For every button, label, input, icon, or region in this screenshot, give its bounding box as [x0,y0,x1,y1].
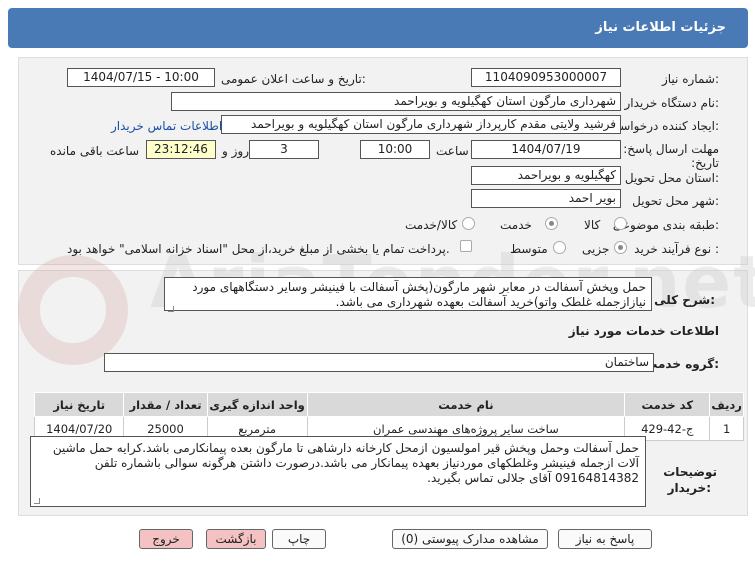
buyer-notes-label-2: خریدار: [667,481,711,495]
buyer-notes-field: حمل آسفالت وحمل وپخش قیر امولسیون ازمحل … [30,436,646,507]
category-option-goods: کالا [584,218,601,232]
creator-field: فرشید ولایتی مقدم کارپرداز شهرداری مارگو… [221,115,621,134]
announce-field: 1404/07/15 - 10:00 [67,68,215,87]
remaining-label: ساعت باقی مانده [50,144,140,158]
category-radio-both[interactable] [462,217,475,230]
category-radio-goods[interactable] [614,217,627,230]
need-number-field: 1104090953000007 [471,68,621,87]
days-label: روز و [222,144,249,158]
attachments-button[interactable]: مشاهده مدارک پیوستی (0) [392,529,548,549]
col-service-code: کد خدمت [624,392,711,417]
print-button[interactable]: چاپ [272,529,326,549]
province-field: کهگیلویه و بویراحمد [471,166,621,185]
general-desc-field: حمل وپخش آسفالت در معابر شهر مارگون(پخش … [164,277,652,311]
notes-resize-handle-icon[interactable] [34,498,40,504]
contact-info-link[interactable]: اطلاعات تماس خریدار [111,119,222,133]
category-option-both: کالا/خدمت [405,218,458,232]
category-label: طبقه بندی موضوعی: [612,218,719,232]
announce-label: تاریخ و ساعت اعلان عمومی: [221,72,366,86]
category-radio-service[interactable] [545,217,558,230]
col-row: ردیف [709,392,744,417]
reply-button[interactable]: پاسخ به نیاز [558,529,652,549]
buyer-field: شهرداری مارگون استان کهگیلویه و بویراحمد [171,92,621,111]
creator-label: ایجاد کننده درخواست: [608,119,719,133]
process-label: نوع فرآیند خرید : [634,242,719,256]
services-info-title: اطلاعات خدمات مورد نیاز [568,324,719,338]
province-label: استان محل تحویل: [624,171,719,185]
back-button[interactable]: بازگشت [206,529,266,549]
need-number-label: شماره نیاز: [661,72,719,86]
col-service-name: نام خدمت [306,392,626,417]
deadline-time-field: 10:00 [360,140,430,159]
payment-note: پرداخت تمام یا بخشی از مبلغ خرید،از محل … [67,242,450,256]
page-header: جزئیات اطلاعات نیاز [8,8,748,48]
remaining-time-field: 23:12:46 [146,140,216,159]
buyer-notes-text: حمل آسفالت وحمل وپخش قیر امولسیون ازمحل … [52,441,639,485]
cell-row: 1 [709,416,744,441]
deadline-date-field: 1404/07/19 [471,140,621,159]
exit-button[interactable]: خروج [139,529,193,549]
service-group-field: ساختمان [104,353,654,372]
process-radio-medium[interactable] [553,241,566,254]
city-field: بویر احمد [471,189,621,208]
process-option-minor: جزیی [582,242,610,256]
days-field: 3 [249,140,319,159]
buyer-label: نام دستگاه خریدار: [624,96,720,110]
general-desc-text: حمل وپخش آسفالت در معابر شهر مارگون(پخش … [192,280,646,309]
page-title: جزئیات اطلاعات نیاز [595,20,726,35]
process-radio-minor[interactable] [614,241,627,254]
col-unit: واحد اندازه گیری [206,392,308,417]
time-label: ساعت [436,144,469,158]
process-option-medium: متوسط [510,242,548,256]
treasury-checkbox[interactable] [460,240,472,252]
resize-handle-icon[interactable] [168,306,174,312]
watermark-logo-icon [18,255,128,365]
table-header-row: تاریخ نیاز تعداد / مقدار واحد اندازه گیر… [33,392,744,417]
services-table: تاریخ نیاز تعداد / مقدار واحد اندازه گیر… [33,392,744,441]
city-label: شهر محل تحویل: [632,194,719,208]
service-group-label: گروه خدمت: [645,357,719,371]
buyer-notes-label-1: توضیحات [663,465,717,479]
col-quantity: تعداد / مقدار [123,392,208,417]
category-option-service: خدمت [500,218,532,232]
col-need-date: تاریخ نیاز [33,392,125,417]
